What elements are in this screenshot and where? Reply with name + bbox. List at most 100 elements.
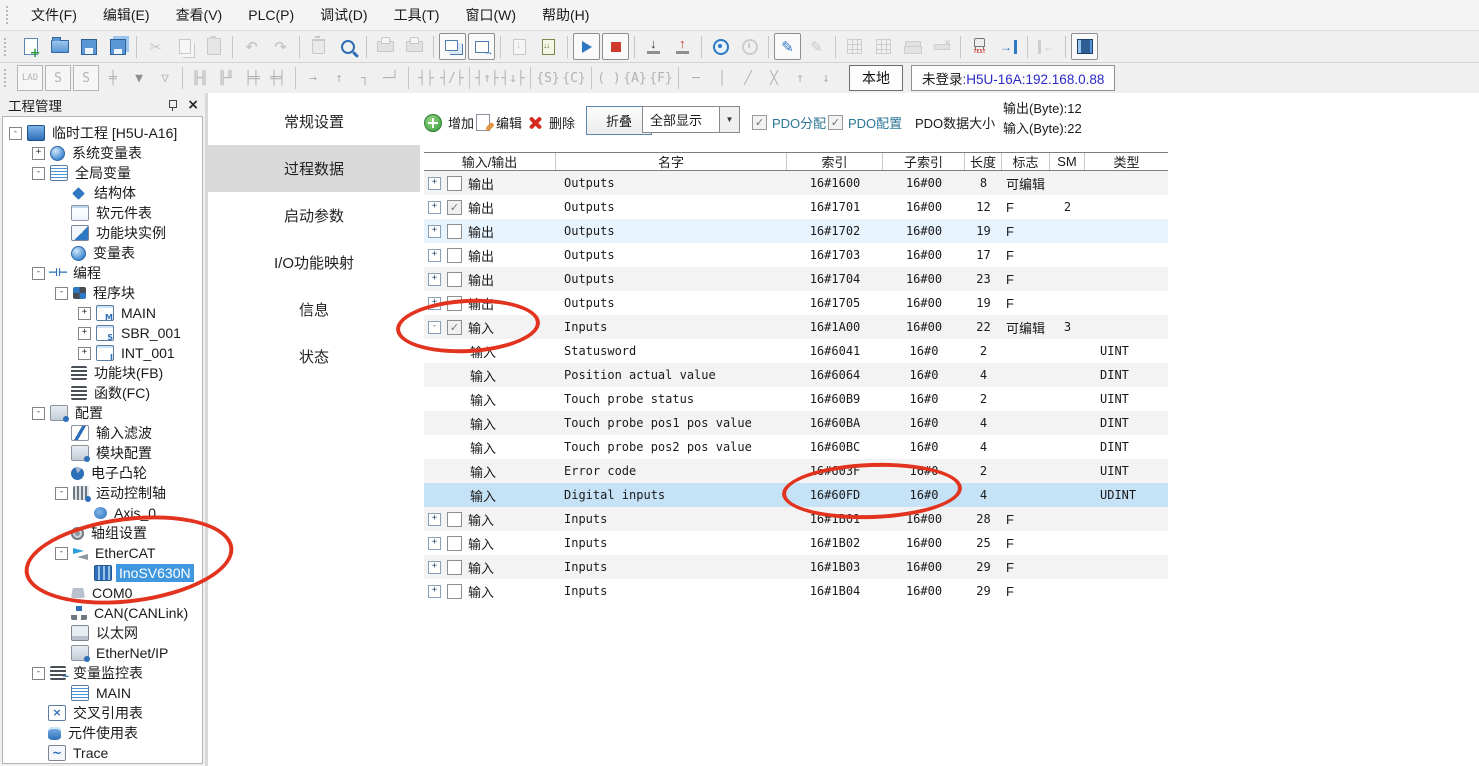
pdo-checkbox[interactable]: ✓	[447, 320, 462, 335]
chevron-down-icon[interactable]: ▼	[719, 107, 739, 132]
expand-icon[interactable]: +	[428, 177, 441, 190]
pdo-checkbox[interactable]	[447, 560, 462, 575]
pdo-row-1B03[interactable]: +输入Inputs16#1B0316#0029F	[424, 555, 1168, 579]
pdo-row-6064[interactable]: 输入Position actual value16#606416#04DINT	[424, 363, 1168, 387]
login-status[interactable]: 未登录:H5U-16A:192.168.0.88	[911, 65, 1115, 91]
display-filter-dropdown[interactable]: 全部显示 ▼	[642, 106, 740, 133]
pdo-row-1702[interactable]: +输出Outputs16#170216#0019F	[424, 219, 1168, 243]
menu-item-3[interactable]: PLC(P)	[235, 1, 307, 30]
tree-item-CAN-CANLink-[interactable]: CAN(CANLink)	[3, 603, 202, 623]
pdo-row-603F[interactable]: 输入Error code16#603F16#02UINT	[424, 459, 1168, 483]
expand-icon[interactable]: +	[428, 273, 441, 286]
pdo-row-60BC[interactable]: 输入Touch probe pos2 pos value16#60BC16#04…	[424, 435, 1168, 459]
pdo-checkbox[interactable]	[447, 536, 462, 551]
menu-item-1[interactable]: 编辑(E)	[90, 1, 163, 30]
pdo-row-1A00[interactable]: -✓输入Inputs16#1A0016#0022可编辑3	[424, 315, 1168, 339]
pdo-row-1B01[interactable]: +输入Inputs16#1B0116#0028F	[424, 507, 1168, 531]
collapse-icon[interactable]: -	[428, 321, 441, 334]
tree-item-功能块实例[interactable]: 功能块实例	[3, 223, 202, 243]
tree-item-软元件表[interactable]: 软元件表	[3, 203, 202, 223]
expand-icon[interactable]: +	[32, 147, 45, 160]
column-header-7[interactable]: 类型	[1085, 153, 1168, 170]
pdo-row-1B02[interactable]: +输入Inputs16#1B0216#0025F	[424, 531, 1168, 555]
tree-item-交叉引用表[interactable]: ×交叉引用表	[3, 703, 202, 723]
pdo-row-6041[interactable]: 输入Statusword16#604116#02UINT	[424, 339, 1168, 363]
pdo-checkbox[interactable]	[447, 296, 462, 311]
menu-item-2[interactable]: 查看(V)	[163, 1, 236, 30]
tree-item-元件使用表[interactable]: 元件使用表	[3, 723, 202, 743]
test-icon[interactable]: TEST	[966, 33, 993, 60]
expand-icon[interactable]: +	[428, 513, 441, 526]
window-export-icon[interactable]	[468, 33, 495, 60]
tab-过程数据[interactable]: 过程数据	[208, 145, 420, 192]
tree-item-电子凸轮[interactable]: 电子凸轮	[3, 463, 202, 483]
tree-item-Trace[interactable]: ~Trace	[3, 743, 202, 763]
new-project-icon[interactable]	[17, 33, 44, 60]
pdo-checkbox[interactable]: ✓	[447, 200, 462, 215]
column-header-4[interactable]: 长度	[965, 153, 1002, 170]
tree-item-临时工程-H5U-A16-[interactable]: -临时工程 [H5U-A16]	[3, 123, 202, 143]
column-header-3[interactable]: 子索引	[883, 153, 965, 170]
collapse-icon[interactable]: -	[55, 487, 68, 500]
expand-icon[interactable]: +	[428, 561, 441, 574]
pdo-config-checkbox[interactable]: ✓ PDO配置	[828, 113, 902, 132]
online-edit-icon[interactable]: ✎	[774, 33, 801, 60]
pdo-checkbox[interactable]	[447, 176, 462, 191]
stop-icon[interactable]	[602, 33, 629, 60]
tree-item-以太网[interactable]: 以太网	[3, 623, 202, 643]
menu-item-5[interactable]: 工具(T)	[381, 1, 453, 30]
pdo-row-60BA[interactable]: 输入Touch probe pos1 pos value16#60BA16#04…	[424, 411, 1168, 435]
menu-item-4[interactable]: 调试(D)	[307, 1, 380, 30]
pin-icon[interactable]	[167, 99, 177, 111]
tree-item-全局变量[interactable]: -全局变量	[3, 163, 202, 183]
pdo-assign-checkbox[interactable]: ✓ PDO分配	[752, 113, 826, 132]
expand-icon[interactable]: +	[78, 327, 91, 340]
upload-icon[interactable]	[669, 33, 696, 60]
collapse-icon[interactable]: -	[32, 667, 45, 680]
close-icon[interactable]: ×	[187, 98, 199, 112]
expand-icon[interactable]: +	[428, 297, 441, 310]
delete-pdo-button[interactable]: 删除	[528, 113, 575, 132]
tree-item-EtherCAT[interactable]: -EtherCAT	[3, 543, 202, 563]
collapse-icon[interactable]: -	[32, 267, 45, 280]
local-mode-button[interactable]: 本地	[849, 65, 903, 91]
search-icon[interactable]	[334, 33, 361, 60]
tree-item-系统变量表[interactable]: +系统变量表	[3, 143, 202, 163]
open-project-icon[interactable]	[46, 33, 73, 60]
tree-item-InoSV630N[interactable]: InoSV630N	[3, 563, 202, 583]
pdo-row-1600[interactable]: +输出Outputs16#160016#008可编辑	[424, 171, 1168, 195]
expand-icon[interactable]: +	[428, 249, 441, 262]
pdo-checkbox[interactable]	[447, 248, 462, 263]
column-header-6[interactable]: SM	[1050, 153, 1085, 170]
download-icon[interactable]	[640, 33, 667, 60]
column-header-0[interactable]: 输入/输出	[424, 153, 556, 170]
expand-icon[interactable]: +	[78, 307, 91, 320]
column-header-1[interactable]: 名字	[556, 153, 787, 170]
collapse-icon[interactable]: -	[9, 127, 22, 140]
run-icon[interactable]	[573, 33, 600, 60]
expand-icon[interactable]: +	[428, 537, 441, 550]
monitor-icon[interactable]	[707, 33, 734, 60]
tree-item-配置[interactable]: -配置	[3, 403, 202, 423]
device-panel-icon[interactable]	[1071, 33, 1098, 60]
tab-I/O功能映射[interactable]: I/O功能映射	[208, 239, 420, 286]
tree-item-运动控制轴[interactable]: -运动控制轴	[3, 483, 202, 503]
collapse-icon[interactable]: -	[55, 547, 68, 560]
collapse-icon[interactable]: -	[55, 287, 68, 300]
collapse-icon[interactable]: -	[32, 407, 45, 420]
pdo-row-60B9[interactable]: 输入Touch probe status16#60B916#02UINT	[424, 387, 1168, 411]
tab-信息[interactable]: 信息	[208, 286, 420, 333]
tree-item-SBR-001[interactable]: +SBR_001	[3, 323, 202, 343]
compile-all-icon[interactable]	[535, 33, 562, 60]
column-header-5[interactable]: 标志	[1002, 153, 1050, 170]
tab-启动参数[interactable]: 启动参数	[208, 192, 420, 239]
tab-常规设置[interactable]: 常规设置	[208, 98, 420, 145]
tree-item-MAIN[interactable]: MAIN	[3, 683, 202, 703]
pdo-row-1703[interactable]: +输出Outputs16#170316#0017F	[424, 243, 1168, 267]
pdo-row-60FD[interactable]: 输入Digital inputs16#60FD16#04UDINT	[424, 483, 1168, 507]
pdo-row-1704[interactable]: +输出Outputs16#170416#0023F	[424, 267, 1168, 291]
tree-item-输入滤波[interactable]: 输入滤波	[3, 423, 202, 443]
login-icon[interactable]	[995, 33, 1022, 60]
tree-item-编程[interactable]: -⊣⊢编程	[3, 263, 202, 283]
tree-item-变量表[interactable]: 变量表	[3, 243, 202, 263]
